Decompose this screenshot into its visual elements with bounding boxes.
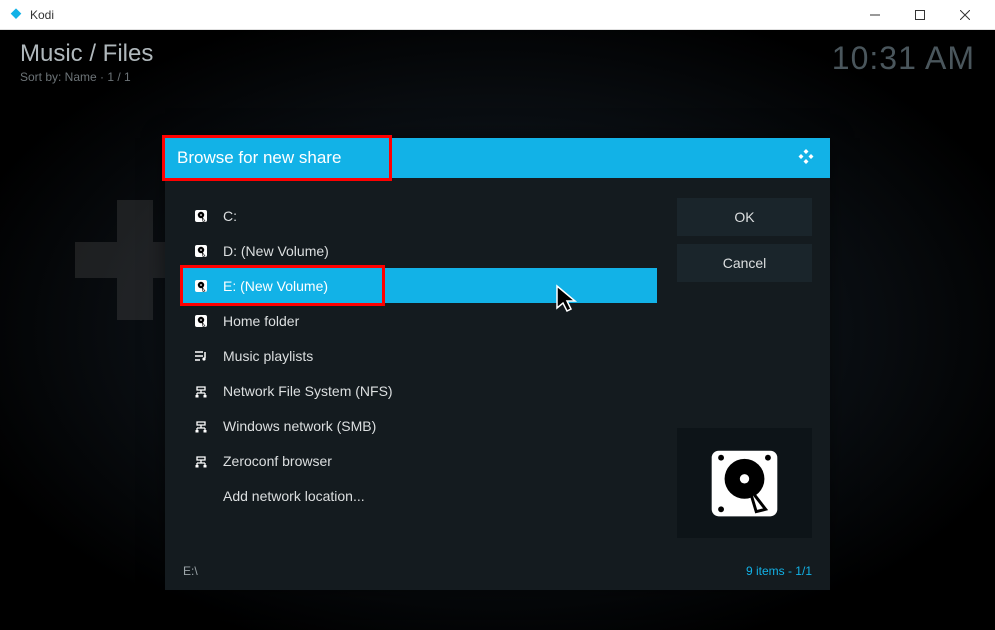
- playlist-icon: [193, 348, 209, 364]
- kodi-app-icon: [8, 7, 24, 23]
- dialog-footer: E:\ 9 items - 1/1: [165, 558, 830, 590]
- source-list: C: D: (New Volume) E: (New Volume) Home fol…: [183, 198, 657, 538]
- harddisk-icon: [707, 446, 782, 521]
- blank-icon: [193, 488, 209, 504]
- harddisk-icon: [193, 243, 209, 259]
- list-item-label: D: (New Volume): [223, 243, 329, 259]
- list-item-label: Network File System (NFS): [223, 383, 393, 399]
- close-button[interactable]: [942, 1, 987, 29]
- list-item-label: Add network location...: [223, 488, 365, 504]
- list-item[interactable]: Zeroconf browser: [183, 443, 657, 478]
- list-item-label: C:: [223, 208, 237, 224]
- preview-thumbnail: [677, 428, 812, 538]
- list-item[interactable]: Add network location...: [183, 478, 657, 513]
- list-item[interactable]: C:: [183, 198, 657, 233]
- list-item[interactable]: Music playlists: [183, 338, 657, 373]
- list-item-label: Home folder: [223, 313, 299, 329]
- network-icon: [193, 383, 209, 399]
- clock: 10:31 AM: [832, 40, 975, 77]
- list-item-label: Windows network (SMB): [223, 418, 376, 434]
- kodi-logo-icon: [794, 146, 818, 170]
- breadcrumb: Music / Files Sort by: Name · 1 / 1: [20, 40, 153, 84]
- list-item[interactable]: Windows network (SMB): [183, 408, 657, 443]
- harddisk-icon: [193, 313, 209, 329]
- window-title: Kodi: [30, 8, 852, 22]
- network-icon: [193, 453, 209, 469]
- network-icon: [193, 418, 209, 434]
- maximize-button[interactable]: [897, 1, 942, 29]
- dialog-body: C: D: (New Volume) E: (New Volume) Home fol…: [165, 178, 830, 558]
- browse-dialog: Browse for new share C: D: (New Volume) E:…: [165, 138, 830, 590]
- footer-count: 9 items - 1/1: [746, 564, 812, 578]
- cancel-button[interactable]: Cancel: [677, 244, 812, 282]
- dialog-header: Browse for new share: [165, 138, 830, 178]
- list-item[interactable]: Network File System (NFS): [183, 373, 657, 408]
- dialog-title: Browse for new share: [177, 148, 341, 168]
- harddisk-icon: [193, 208, 209, 224]
- kodi-background: Music / Files Sort by: Name · 1 / 1 10:3…: [0, 30, 995, 630]
- list-item-label: E: (New Volume): [223, 278, 328, 294]
- list-item[interactable]: Home folder: [183, 303, 657, 338]
- window-titlebar: Kodi: [0, 0, 995, 30]
- ok-button[interactable]: OK: [677, 198, 812, 236]
- source-list-panel: C: D: (New Volume) E: (New Volume) Home fol…: [183, 198, 657, 538]
- breadcrumb-path: Music / Files: [20, 40, 153, 68]
- list-item[interactable]: E: (New Volume): [183, 268, 657, 303]
- harddisk-icon: [193, 278, 209, 294]
- window-controls: [852, 1, 987, 29]
- list-item-label: Zeroconf browser: [223, 453, 332, 469]
- minimize-button[interactable]: [852, 1, 897, 29]
- list-item[interactable]: D: (New Volume): [183, 233, 657, 268]
- footer-path: E:\: [183, 564, 198, 578]
- dialog-side-panel: OK Cancel: [677, 198, 812, 538]
- sort-info: Sort by: Name · 1 / 1: [20, 70, 153, 84]
- list-item-label: Music playlists: [223, 348, 313, 364]
